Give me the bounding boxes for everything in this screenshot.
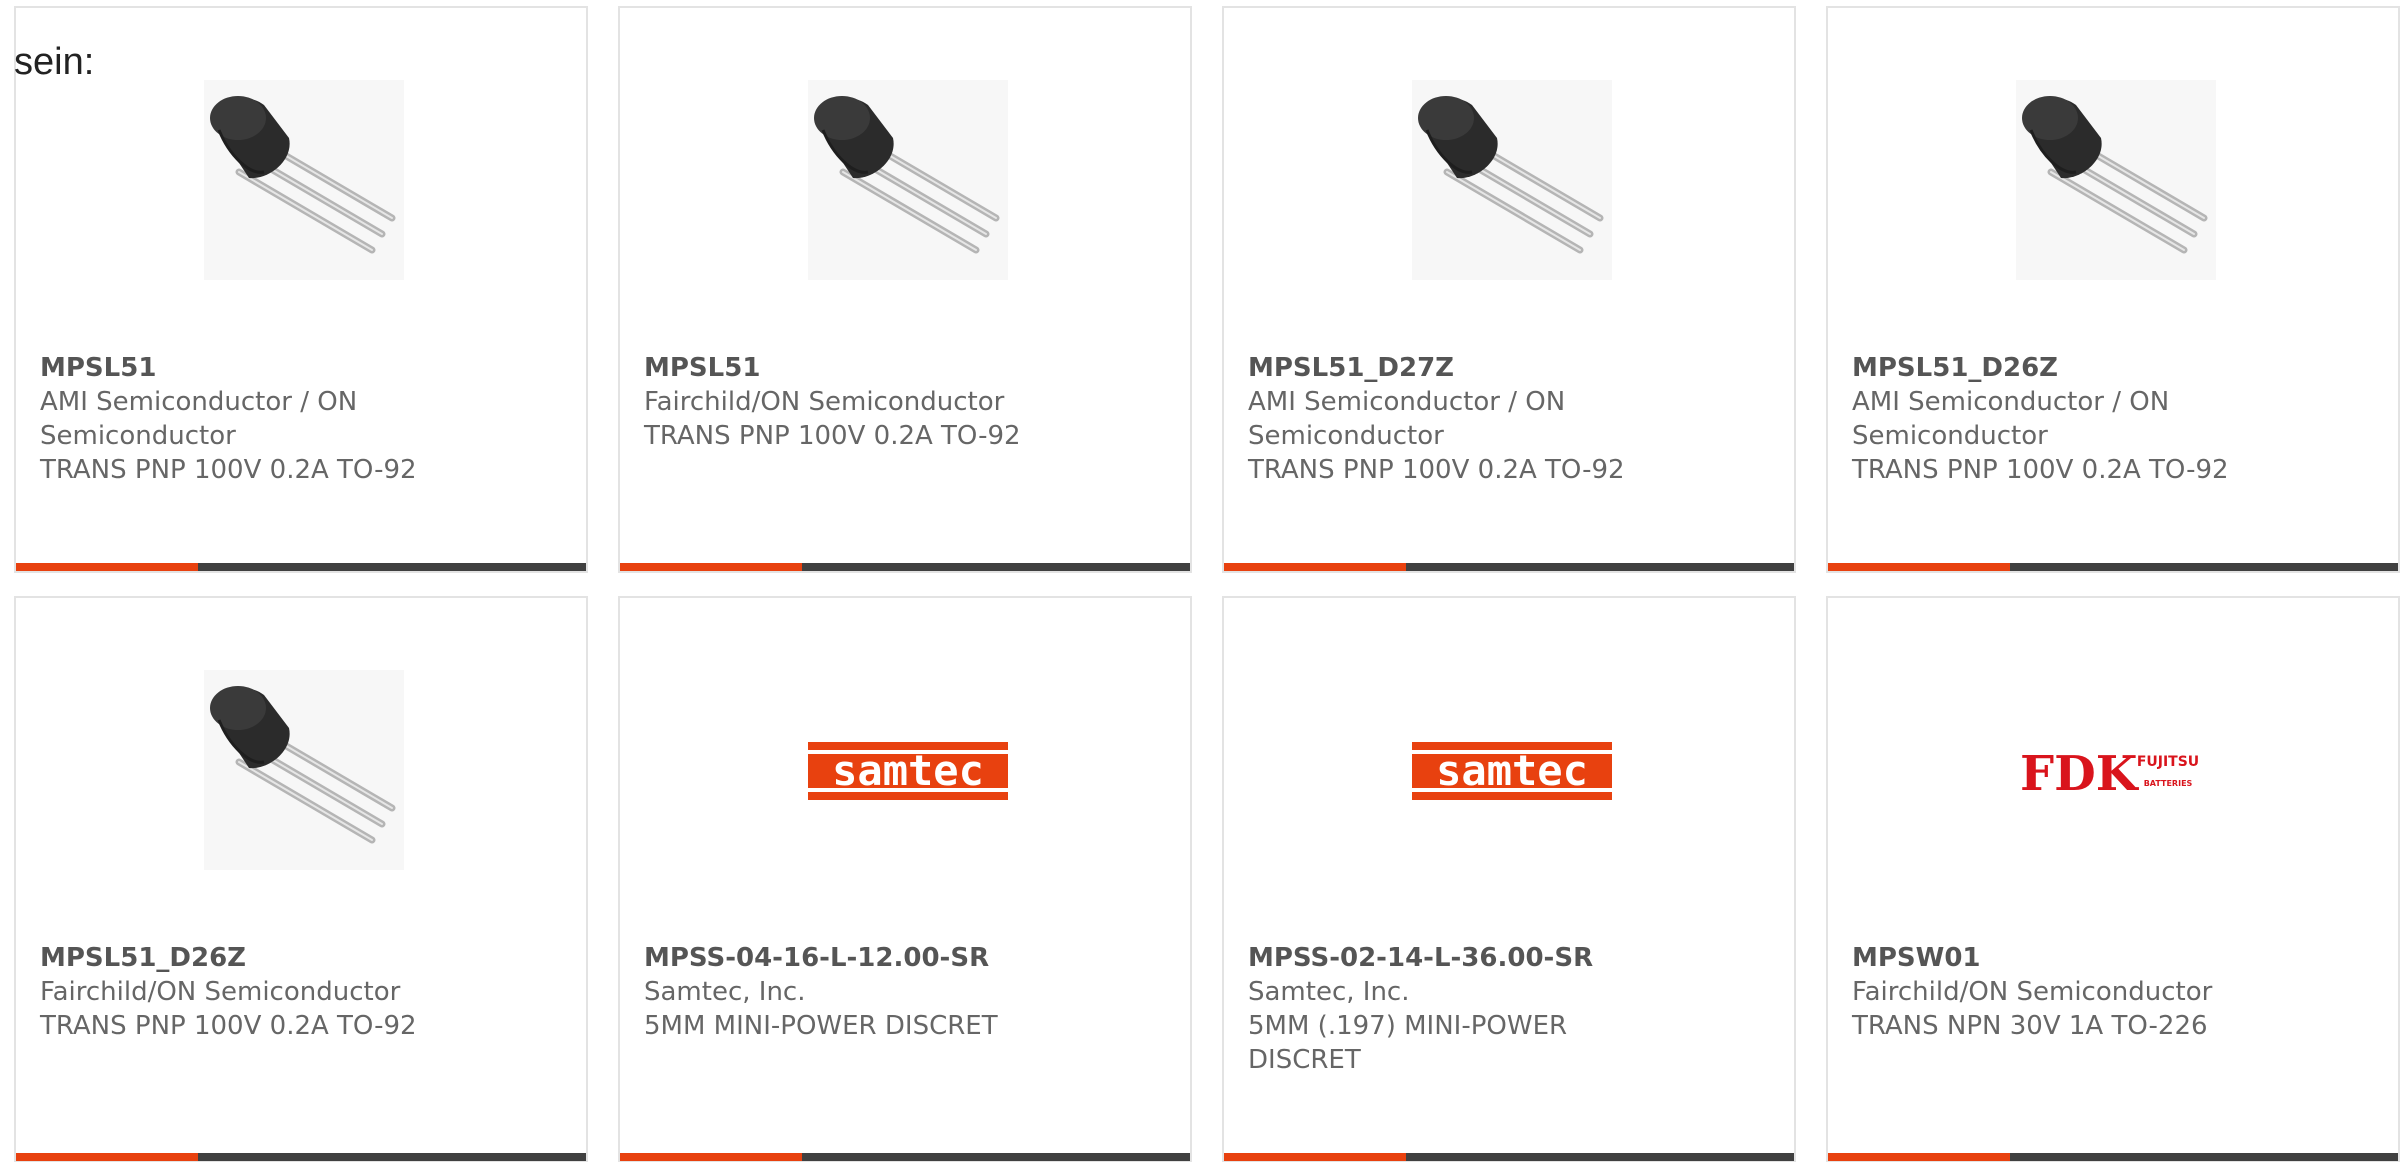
- part-number-link[interactable]: MPSL51: [40, 351, 440, 385]
- transistor-to92-image: [2016, 80, 2216, 280]
- manufacturer: AMI Semiconductor / ON Semiconductor: [40, 387, 358, 451]
- part-number-link[interactable]: MPSL51_D26Z: [40, 941, 440, 975]
- card-accent-bar: [16, 563, 198, 571]
- description: 5MM (.197) MINI-POWER DISCRET: [1248, 1011, 1568, 1075]
- manufacturer: AMI Semiconductor / ON Semiconductor: [1852, 387, 2170, 451]
- part-number-link[interactable]: MPSL51_D27Z: [1248, 351, 1648, 385]
- description: TRANS PNP 100V 0.2A TO-92: [40, 455, 417, 485]
- samtec-logo: samtec: [1412, 670, 1612, 870]
- manufacturer: AMI Semiconductor / ON Semiconductor: [1248, 387, 1566, 451]
- card-accent-bar: [1224, 1153, 1406, 1161]
- transistor-to92-image: [1412, 80, 1612, 280]
- card-bottom-bar: [620, 563, 1190, 571]
- transistor-to92-image: [204, 80, 404, 280]
- card-info: MPSS-04-16-L-12.00-SR Samtec, Inc. 5MM M…: [644, 941, 1044, 1043]
- description: TRANS PNP 100V 0.2A TO-92: [1852, 455, 2229, 485]
- card-accent-bar: [16, 1153, 198, 1161]
- samtec-logo: samtec: [808, 670, 1008, 870]
- manufacturer: Samtec, Inc.: [1248, 977, 1410, 1007]
- card-accent-bar: [1828, 563, 2010, 571]
- lead-text: sein:: [14, 41, 95, 83]
- description: TRANS PNP 100V 0.2A TO-92: [40, 1011, 417, 1041]
- product-card[interactable]: MPSL51_D26Z Fairchild/ON Semiconductor T…: [14, 596, 588, 1162]
- card-accent-bar: [620, 1153, 802, 1161]
- fujitsu-logo-text: FUJITSU: [2137, 754, 2199, 770]
- transistor-to92-image: [808, 80, 1008, 280]
- product-card[interactable]: MPSL51_D27Z AMI Semiconductor / ON Semic…: [1222, 6, 1796, 573]
- fdk-logo-text: FDK: [2020, 746, 2140, 802]
- card-bottom-bar: [1828, 1153, 2398, 1161]
- part-number-link[interactable]: MPSW01: [1852, 941, 2252, 975]
- product-card[interactable]: FDK FUJITSU BATTERIES MPSW01 Fairchild/O…: [1826, 596, 2400, 1162]
- card-accent-bar: [1224, 563, 1406, 571]
- card-bottom-bar: [1224, 563, 1794, 571]
- card-bottom-bar: [16, 1153, 586, 1161]
- product-card[interactable]: MPSL51 Fairchild/ON Semiconductor TRANS …: [618, 6, 1192, 573]
- transistor-to92-image: [204, 670, 404, 870]
- product-grid-page: sein: MPSL51 AMI Semiconductor / ON Semi…: [0, 0, 2408, 1162]
- card-info: MPSS-02-14-L-36.00-SR Samtec, Inc. 5MM (…: [1248, 941, 1648, 1077]
- card-accent-bar: [1828, 1153, 2010, 1161]
- product-card[interactable]: samtec MPSS-02-14-L-36.00-SR Samtec, Inc…: [1222, 596, 1796, 1162]
- card-info: MPSW01 Fairchild/ON Semiconductor TRANS …: [1852, 941, 2252, 1043]
- card-info: MPSL51 Fairchild/ON Semiconductor TRANS …: [644, 351, 1044, 453]
- product-card[interactable]: MPSL51_D26Z AMI Semiconductor / ON Semic…: [1826, 6, 2400, 573]
- description: TRANS PNP 100V 0.2A TO-92: [1248, 455, 1625, 485]
- card-accent-bar: [620, 563, 802, 571]
- card-info: MPSL51_D26Z Fairchild/ON Semiconductor T…: [40, 941, 440, 1043]
- card-info: MPSL51 AMI Semiconductor / ON Semiconduc…: [40, 351, 440, 487]
- product-card[interactable]: samtec MPSS-04-16-L-12.00-SR Samtec, Inc…: [618, 596, 1192, 1162]
- description: TRANS PNP 100V 0.2A TO-92: [644, 421, 1021, 451]
- part-number-link[interactable]: MPSL51: [644, 351, 1044, 385]
- description: 5MM MINI-POWER DISCRET: [644, 1011, 998, 1041]
- part-number-link[interactable]: MPSS-04-16-L-12.00-SR: [644, 941, 1044, 975]
- card-bottom-bar: [1828, 563, 2398, 571]
- fdk-logo: FDK FUJITSU BATTERIES: [2016, 670, 2216, 870]
- samtec-logo-text: samtec: [832, 746, 984, 795]
- card-info: MPSL51_D26Z AMI Semiconductor / ON Semic…: [1852, 351, 2252, 487]
- part-number-link[interactable]: MPSL51_D26Z: [1852, 351, 2252, 385]
- batteries-logo-text: BATTERIES: [2144, 779, 2193, 788]
- description: TRANS NPN 30V 1A TO-226: [1852, 1011, 2208, 1041]
- product-card[interactable]: MPSL51 AMI Semiconductor / ON Semiconduc…: [14, 6, 588, 573]
- card-info: MPSL51_D27Z AMI Semiconductor / ON Semic…: [1248, 351, 1648, 487]
- card-bottom-bar: [16, 563, 586, 571]
- manufacturer: Fairchild/ON Semiconductor: [40, 977, 401, 1007]
- manufacturer: Fairchild/ON Semiconductor: [644, 387, 1005, 417]
- manufacturer: Samtec, Inc.: [644, 977, 806, 1007]
- card-bottom-bar: [620, 1153, 1190, 1161]
- samtec-logo-text: samtec: [1436, 746, 1588, 795]
- part-number-link[interactable]: MPSS-02-14-L-36.00-SR: [1248, 941, 1648, 975]
- manufacturer: Fairchild/ON Semiconductor: [1852, 977, 2213, 1007]
- card-bottom-bar: [1224, 1153, 1794, 1161]
